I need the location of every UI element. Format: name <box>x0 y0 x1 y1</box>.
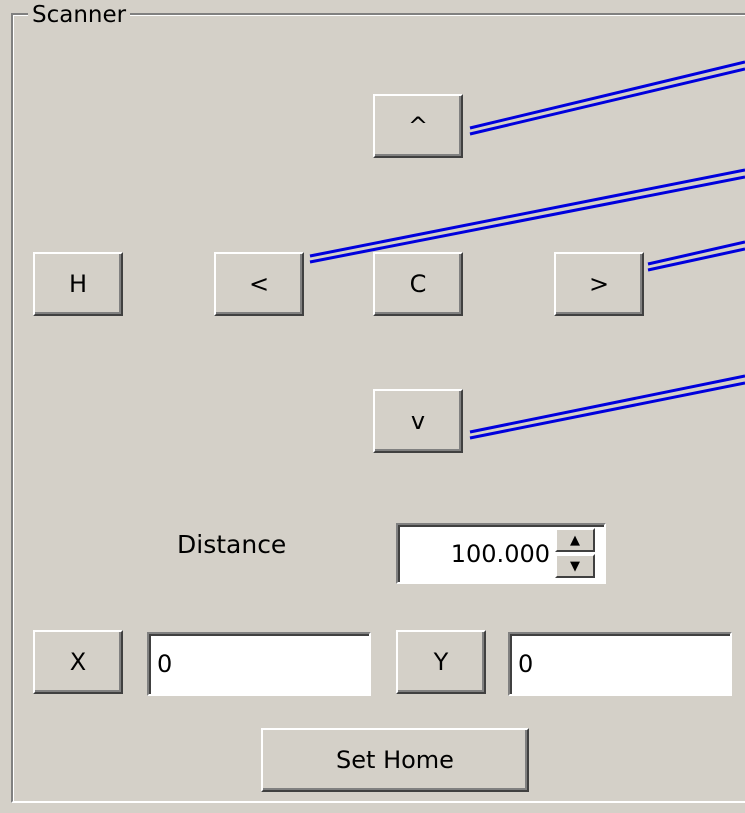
distance-spinbox: ▲ ▼ <box>396 523 606 584</box>
move-left-button[interactable]: < <box>214 252 304 316</box>
distance-label: Distance <box>177 530 287 559</box>
x-field[interactable] <box>147 632 371 696</box>
set-home-button[interactable]: Set Home <box>261 728 529 792</box>
y-button[interactable]: Y <box>396 630 486 694</box>
distance-input[interactable] <box>402 529 550 579</box>
move-up-button[interactable]: ^ <box>373 94 463 158</box>
spin-down-button[interactable]: ▼ <box>555 554 595 578</box>
move-right-button[interactable]: > <box>554 252 644 316</box>
spin-up-button[interactable]: ▲ <box>555 528 595 552</box>
y-field[interactable] <box>508 632 732 696</box>
up-arrow-icon: ▲ <box>570 532 580 548</box>
down-arrow-icon: ▼ <box>570 558 580 574</box>
move-down-button[interactable]: v <box>373 389 463 453</box>
x-button[interactable]: X <box>33 630 123 694</box>
center-button[interactable]: C <box>373 252 463 316</box>
scanner-group-label: Scanner <box>28 2 131 28</box>
home-button[interactable]: H <box>33 252 123 316</box>
